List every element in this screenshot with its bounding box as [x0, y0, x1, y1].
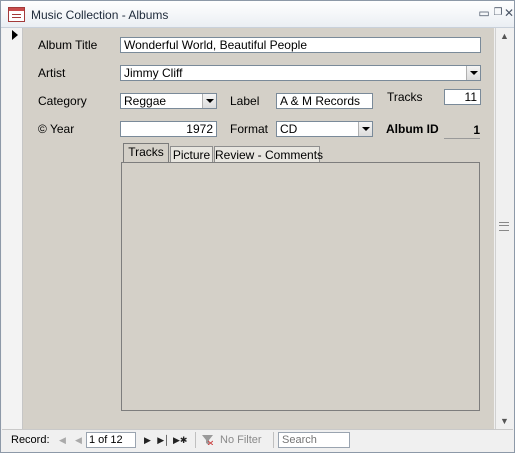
album-id-value: 1: [444, 122, 480, 139]
new-record-icon[interactable]: ▶✱: [173, 433, 187, 447]
nav-separator: [195, 432, 196, 448]
category-combo[interactable]: Reggae: [120, 93, 217, 109]
next-record-icon[interactable]: ▶: [141, 433, 154, 447]
tracks-tab-page: [121, 162, 480, 411]
format-combo[interactable]: CD: [276, 121, 373, 137]
copyright-icon: ©: [38, 122, 47, 136]
form-window: Music Collection - Albums ▭ ❐ ✕ Album Ti…: [0, 0, 515, 453]
format-combo-value: CD: [280, 122, 298, 136]
title-bar[interactable]: Music Collection - Albums ▭ ❐ ✕: [1, 1, 514, 28]
artist-combo[interactable]: Jimmy Cliff: [120, 65, 481, 81]
previous-record-icon[interactable]: ◀: [72, 433, 85, 447]
minimize-icon[interactable]: ▭: [477, 7, 491, 19]
tab-tracks[interactable]: Tracks: [123, 143, 169, 164]
record-navigation-bar: Record: ◀​ ◀ 1 of 12 ▶ ▶│ ▶✱ No Filter: [2, 429, 513, 451]
album-id-label: Album ID: [386, 122, 439, 136]
category-combo-value: Reggae: [124, 94, 167, 108]
album-title-label: Album Title: [38, 38, 98, 52]
year-label-text: Year: [49, 122, 75, 136]
vertical-scrollbar[interactable]: ▲ ▼: [495, 28, 513, 429]
record-label-label: Label: [230, 94, 260, 108]
close-icon[interactable]: ✕: [502, 7, 515, 19]
format-label: Format: [230, 122, 269, 136]
format-dropdown-icon[interactable]: [358, 122, 372, 136]
year-field[interactable]: 1972: [120, 121, 217, 137]
form-icon: [8, 7, 25, 22]
record-position-field[interactable]: 1 of 12: [86, 432, 136, 448]
current-record-arrow-icon: [12, 30, 18, 40]
album-title-field[interactable]: Wonderful World, Beautiful People: [120, 37, 481, 53]
record-label-field[interactable]: A & M Records: [276, 93, 373, 109]
category-dropdown-icon[interactable]: [202, 94, 216, 108]
tracks-count-field[interactable]: 11: [444, 89, 481, 105]
tracks-count-label: Tracks: [387, 90, 423, 104]
search-input[interactable]: [278, 432, 350, 448]
scroll-down-icon[interactable]: ▼: [496, 413, 513, 429]
horizontal-scroll-area[interactable]: [352, 432, 494, 448]
artist-combo-value: Jimmy Cliff: [124, 66, 183, 80]
artist-label: Artist: [38, 66, 66, 80]
first-record-icon[interactable]: ◀​: [56, 433, 69, 447]
scroll-up-icon[interactable]: ▲: [496, 28, 513, 44]
last-record-icon[interactable]: ▶│: [157, 433, 170, 447]
no-filter-button[interactable]: No Filter: [220, 434, 262, 446]
window-title: Music Collection - Albums: [31, 8, 169, 22]
record-selector[interactable]: [2, 28, 23, 429]
category-label: Category: [38, 94, 87, 108]
artist-dropdown-icon[interactable]: [466, 66, 480, 80]
scroll-grip-icon[interactable]: [499, 222, 509, 231]
nav-separator: [273, 432, 274, 448]
filter-icon: [202, 435, 213, 445]
record-label: Record:: [11, 434, 50, 446]
year-label: © Year: [38, 122, 74, 136]
